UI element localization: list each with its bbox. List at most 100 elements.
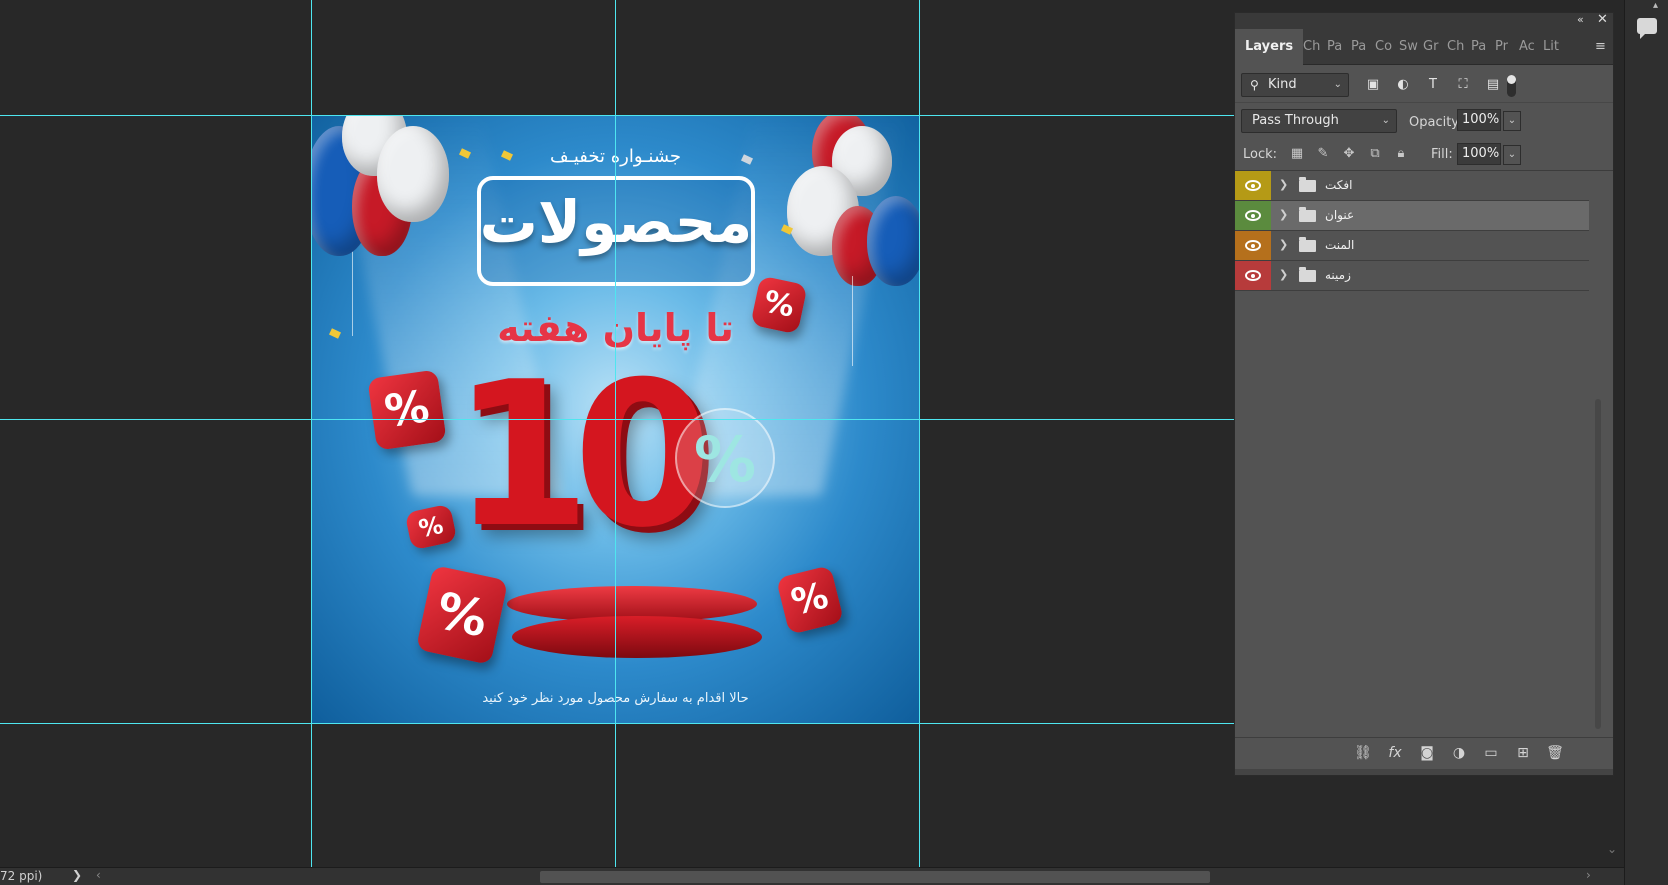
layer-name: المنت [1325,238,1355,252]
tab-gradients[interactable]: Gr [1423,29,1438,65]
percent-cube: % [415,565,509,665]
discount-number: 10 [452,339,712,572]
chevron-down-icon: ⌄ [1333,79,1342,90]
delete-layer-icon[interactable]: 🗑︎ [1545,744,1565,762]
collapse-panel-icon[interactable]: « [1577,13,1584,26]
visibility-toggle[interactable] [1235,171,1271,200]
chevron-right-icon[interactable]: ❯ [1279,268,1288,281]
opacity-input[interactable]: 100% [1457,109,1501,131]
document-info-text: 72 ppi) [0,869,43,883]
tab-actions[interactable]: Ac [1519,29,1535,65]
visibility-toggle[interactable] [1235,261,1271,290]
layer-row[interactable]: ❯ المنت [1235,231,1589,261]
eye-icon [1245,240,1261,251]
folder-icon [1299,177,1316,192]
tab-channels[interactable]: Ch [1303,29,1320,65]
lock-position-icon[interactable]: ✥ [1341,146,1357,162]
status-bar: 72 ppi) ❯ ‹ › [0,867,1624,885]
opacity-slider-toggle[interactable]: ⌄ [1503,111,1521,131]
lock-transparency-icon[interactable]: ▦ [1289,146,1305,162]
chevron-right-icon[interactable]: ❯ [1279,238,1288,251]
close-panel-icon[interactable]: ✕ [1597,12,1608,27]
right-toolbar-strip: ▴ [1624,0,1668,885]
panel-title-bar[interactable]: « ✕ [1235,12,1613,29]
percent-bubble: % [675,408,775,508]
search-icon: ⚲ [1250,78,1259,92]
smart-object-filter-icon[interactable]: ▤ [1485,77,1501,93]
scroll-right-icon[interactable]: › [1586,868,1591,882]
horizontal-scroll-thumb[interactable] [540,871,1210,883]
blend-row: Pass Through ⌄ Opacity: 100% ⌄ [1235,103,1613,137]
panel-resize-handle[interactable] [1235,769,1613,775]
new-layer-icon[interactable]: ⊞ [1513,744,1533,762]
tab-libraries[interactable]: Lit [1543,29,1559,65]
tab-properties[interactable]: Pr [1495,29,1508,65]
tab-color[interactable]: Co [1375,29,1392,65]
tab-patterns[interactable]: Pa [1471,29,1486,65]
filter-kind-label: Kind [1268,77,1297,92]
layer-row-selected[interactable]: ❯ عنوان [1235,201,1589,231]
eye-icon [1245,210,1261,221]
layer-filter-row: ⚲ Kind ⌄ ▣ ◐ T ⛶ ▤ [1235,65,1613,103]
fill-label: Fill: [1431,147,1453,162]
percent-cube: % [367,369,447,451]
folder-icon [1299,237,1316,252]
fill-input[interactable]: 100% [1457,143,1501,165]
festival-title: جشنـواره تخفیـف [549,146,682,167]
filter-kind-dropdown[interactable]: ⚲ Kind ⌄ [1241,73,1349,97]
comments-icon[interactable] [1637,18,1657,39]
scroll-left-icon[interactable]: ‹ [96,868,101,882]
layer-row[interactable]: ❯ افکت [1235,171,1589,201]
layer-mask-icon[interactable]: ◙ [1417,744,1437,762]
adjustment-layer-icon[interactable]: ◑ [1449,744,1469,762]
layer-list-scrollbar[interactable] [1595,399,1601,729]
shape-filter-icon[interactable]: ⛶ [1455,77,1471,93]
new-group-icon[interactable]: ▭ [1481,744,1501,762]
chevron-right-icon[interactable]: ❯ [1279,208,1288,221]
filter-toggle-switch[interactable] [1507,75,1516,97]
expand-strip-icon[interactable]: ▴ [1653,0,1658,11]
type-filter-icon[interactable]: T [1425,77,1441,93]
tab-layers[interactable]: Layers [1235,29,1304,65]
lock-label: Lock: [1243,147,1278,162]
percent-cube: % [404,503,458,551]
layer-list: ❯ افکت ❯ عنوان ❯ المنت ❯ زمینه [1235,171,1613,729]
lock-image-pixels-icon[interactable]: ✎ [1315,146,1331,162]
percent-cube: % [775,565,845,635]
blend-mode-value: Pass Through [1252,113,1339,128]
layer-name: عنوان [1325,208,1355,222]
panel-tab-row: Layers Ch Pa Pa Co Sw Gr Ch Pa Pr Ac Lit… [1235,29,1613,65]
tab-swatches[interactable]: Sw [1399,29,1418,65]
blend-mode-dropdown[interactable]: Pass Through ⌄ [1241,109,1397,133]
folder-icon [1299,267,1316,282]
layers-panel: « ✕ Layers Ch Pa Pa Co Sw Gr Ch Pa Pr Ac… [1234,12,1614,776]
layer-row[interactable]: ❯ زمینه [1235,261,1589,291]
tab-paragraph[interactable]: Pa [1351,29,1366,65]
opacity-label: Opacity: [1409,115,1463,130]
canvas-artwork[interactable]: جشنـواره تخفیـف محصولات تا پایان هفته 10… [312,116,919,723]
panel-menu-icon[interactable]: ≡ [1595,39,1606,54]
folder-icon [1299,207,1316,222]
fx-icon[interactable]: fx [1385,744,1405,762]
guide-horizontal[interactable] [0,723,1234,724]
layers-footer-toolbar: ⛓ fx ◙ ◑ ▭ ⊞ 🗑︎ [1235,737,1613,767]
balloon-blue [867,196,919,286]
lock-all-icon[interactable]: 🔒︎ [1393,146,1409,162]
tab-paths[interactable]: Pa [1327,29,1342,65]
photoshop-window: جشنـواره تخفیـف محصولات تا پایان هفته 10… [0,0,1668,885]
visibility-toggle[interactable] [1235,201,1271,230]
tab-character[interactable]: Ch [1447,29,1464,65]
headline-text: محصولات [479,188,753,256]
scroll-down-icon[interactable]: ⌄ [1607,842,1617,856]
link-layers-icon[interactable]: ⛓ [1353,744,1373,762]
visibility-toggle[interactable] [1235,231,1271,260]
image-filter-icon[interactable]: ▣ [1365,77,1381,93]
fill-slider-toggle[interactable]: ⌄ [1503,145,1521,165]
eye-icon [1245,180,1261,191]
adjustment-filter-icon[interactable]: ◐ [1395,77,1411,93]
lock-artboard-icon[interactable]: ⧉ [1367,146,1383,162]
guide-vertical[interactable] [919,0,920,867]
status-menu-arrow-icon[interactable]: ❯ [72,868,82,882]
chevron-right-icon[interactable]: ❯ [1279,178,1288,191]
chevron-down-icon: ⌄ [1381,115,1390,126]
